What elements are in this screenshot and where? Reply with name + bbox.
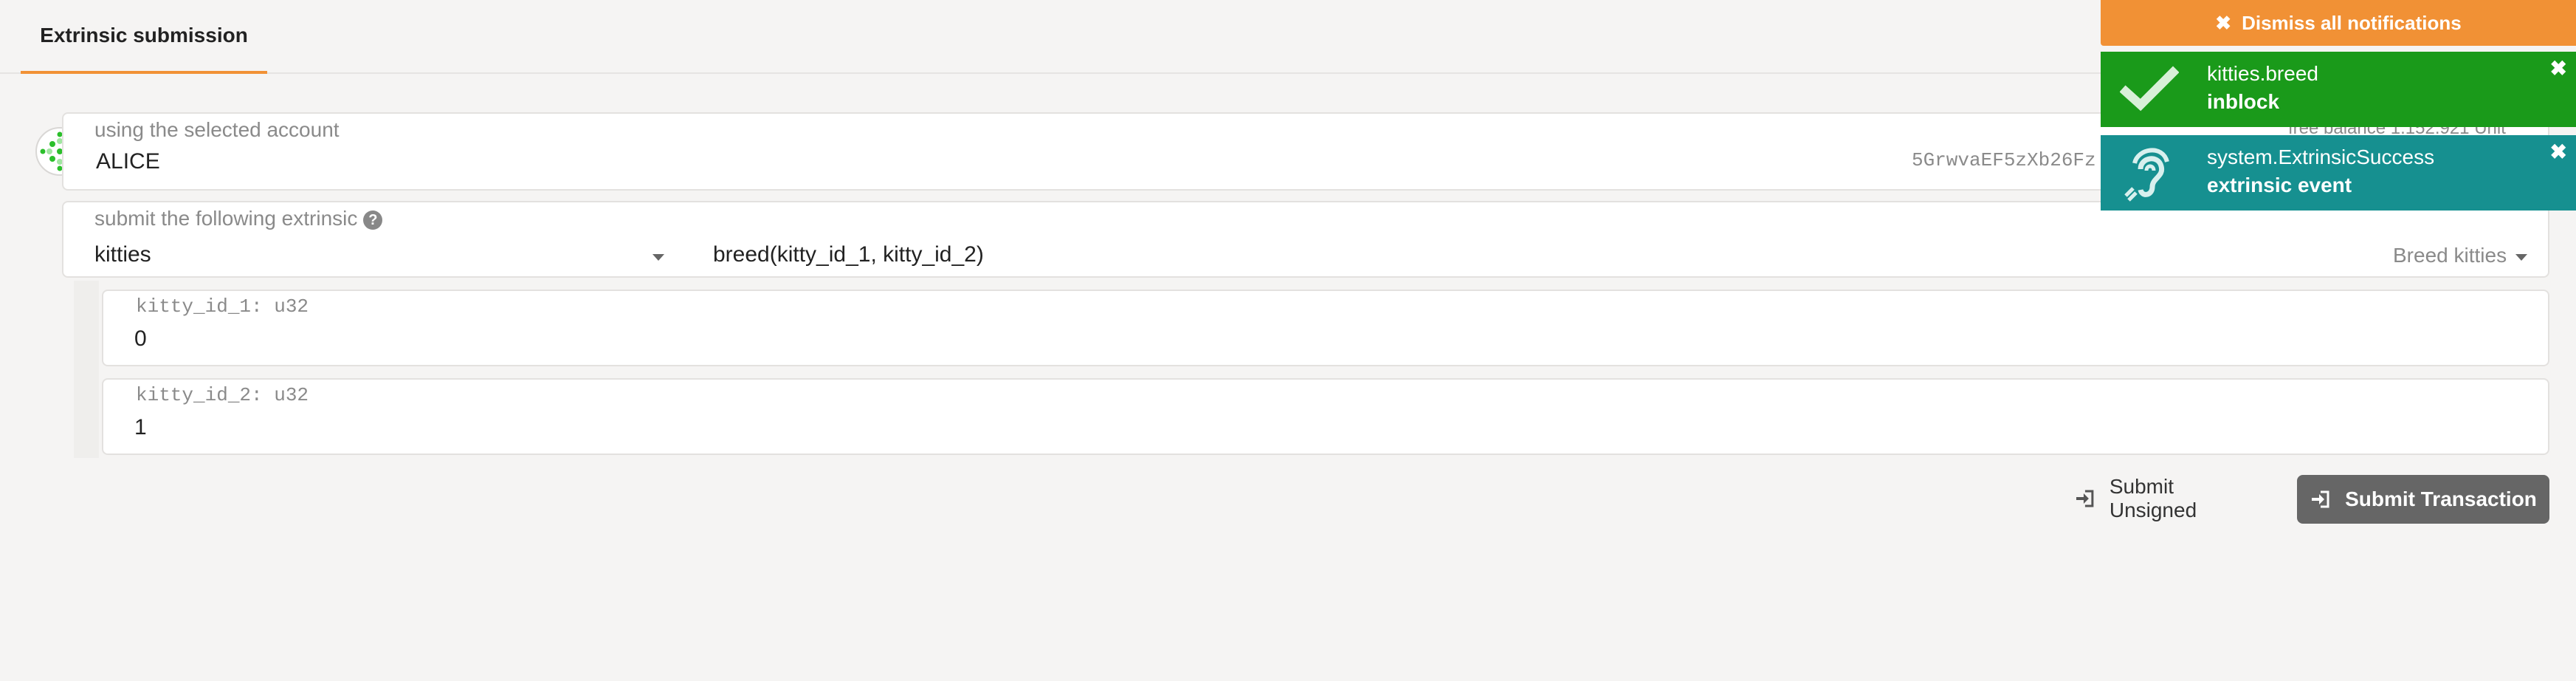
notification-title: system.ExtrinsicSuccess <box>2207 146 2435 168</box>
close-icon: ✖ <box>2215 11 2232 34</box>
param-field-kitty-id-2[interactable]: kitty_id_2: u32 1 <box>102 378 2549 455</box>
sign-in-icon <box>2312 490 2329 508</box>
ear-icon <box>2120 144 2179 203</box>
param-label: kitty_id_1: u32 <box>136 295 309 318</box>
sign-in-icon <box>2076 490 2094 507</box>
account-label: using the selected account <box>94 118 340 141</box>
help-icon[interactable]: ? <box>363 210 383 230</box>
notification-status: extrinsic event <box>2207 174 2352 196</box>
param-value: 1 <box>134 415 147 439</box>
param-label: kitty_id_2: u32 <box>136 384 309 406</box>
close-icon[interactable]: ✖ <box>2550 140 2567 164</box>
submit-unsigned-label: Submit Unsigned <box>2109 475 2197 521</box>
extrinsic-selector: submit the following extrinsic? kitties … <box>62 201 2549 278</box>
notification-status: inblock <box>2207 90 2280 113</box>
call-value: breed(kitty_id_1, kitty_id_2) <box>713 242 984 267</box>
module-dropdown[interactable]: kitties <box>63 232 683 278</box>
account-name: ALICE <box>96 149 160 174</box>
submit-transaction-label: Submit Transaction <box>2345 487 2537 510</box>
close-icon[interactable]: ✖ <box>2550 56 2567 81</box>
check-icon <box>2119 61 2180 120</box>
notification-extrinsic-success: system.ExtrinsicSuccess extrinsic event … <box>2101 135 2576 211</box>
params-indent <box>74 281 99 458</box>
extrinsic-label-text: submit the following extrinsic <box>94 207 358 230</box>
chevron-down-icon <box>652 254 664 261</box>
param-value: 0 <box>134 326 147 351</box>
dismiss-all-label: Dismiss all notifications <box>2242 11 2462 34</box>
account-address: 5GrwvaEF5zXb26Fz <box>1912 149 2096 171</box>
param-field-kitty-id-1[interactable]: kitty_id_1: u32 0 <box>102 290 2549 366</box>
chevron-down-icon <box>2515 254 2527 261</box>
call-dropdown[interactable]: breed(kitty_id_1, kitty_id_2) Breed kitt… <box>713 232 2548 278</box>
notification-title: kitties.breed <box>2207 62 2318 85</box>
tab-extrinsic-submission[interactable]: Extrinsic submission <box>21 0 267 74</box>
notification-kitties-breed: kitties.breed inblock ✖ <box>2101 52 2576 127</box>
dismiss-all-button[interactable]: ✖ Dismiss all notifications <box>2101 0 2576 46</box>
call-hint: Breed kitties <box>2393 244 2507 267</box>
submit-transaction-button[interactable]: Submit Transaction <box>2297 475 2549 524</box>
extrinsic-label: submit the following extrinsic? <box>94 207 383 230</box>
submit-unsigned-button[interactable]: Submit Unsigned <box>2074 475 2266 521</box>
module-value: kitties <box>94 242 151 267</box>
